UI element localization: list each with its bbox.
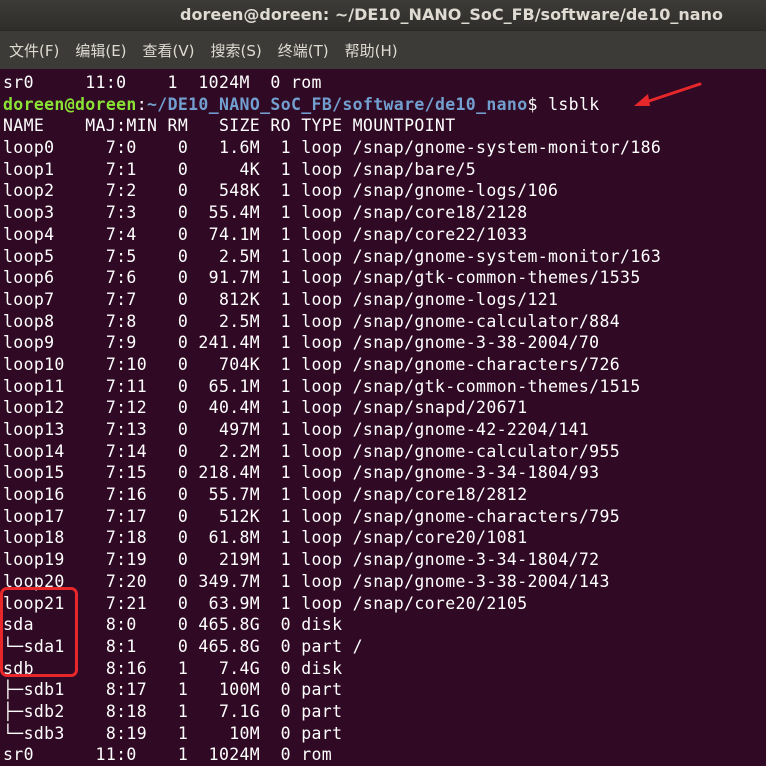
terminal-line: loop19 7:19 0 219M 1 loop /snap/gnome-3-… — [3, 550, 600, 570]
prompt-symbol: $ — [527, 94, 549, 114]
terminal-line: sr0 11:0 1 1024M 0 rom — [3, 745, 333, 765]
terminal-line: NAME MAJ:MIN RM SIZE RO TYPE MOUNTPOINT — [3, 116, 456, 136]
terminal-line: loop21 7:21 0 63.9M 1 loop /snap/core20/… — [3, 593, 528, 613]
terminal-line: loop14 7:14 0 2.2M 1 loop /snap/gnome-ca… — [3, 441, 621, 461]
terminal-window: doreen@doreen: ~/DE10_NANO_SoC_FB/softwa… — [0, 0, 766, 766]
prompt-path: ~/DE10_NANO_SoC_FB/software/de10_nano — [147, 94, 528, 114]
terminal-line: loop7 7:7 0 812K 1 loop /snap/gnome-logs… — [3, 289, 559, 309]
terminal-line: loop6 7:6 0 91.7M 1 loop /snap/gtk-commo… — [3, 268, 641, 288]
annotation-arrow-icon — [634, 82, 702, 106]
terminal-line: loop3 7:3 0 55.4M 1 loop /snap/core18/21… — [3, 203, 528, 223]
terminal-line: ├─sdb1 8:17 1 100M 0 part — [3, 680, 343, 700]
terminal-line: ├─sdb2 8:18 1 7.1G 0 part — [3, 701, 343, 721]
prompt-command: lsblk — [548, 94, 600, 114]
terminal-line: loop17 7:17 0 512K 1 loop /snap/gnome-ch… — [3, 506, 621, 526]
terminal-line: └─sdb3 8:19 1 10M 0 part — [3, 723, 343, 743]
prompt-user: doreen@doreen — [3, 94, 137, 114]
menu-file[interactable]: 文件(F) — [8, 36, 60, 65]
terminal-line: loop5 7:5 0 2.5M 1 loop /snap/gnome-syst… — [3, 246, 662, 266]
terminal-line: loop20 7:20 0 349.7M 1 loop /snap/gnome-… — [3, 571, 610, 591]
terminal-line: loop16 7:16 0 55.7M 1 loop /snap/core18/… — [3, 485, 528, 505]
terminal-line: loop8 7:8 0 2.5M 1 loop /snap/gnome-calc… — [3, 311, 621, 331]
menu-view[interactable]: 查看(V) — [142, 36, 196, 65]
menu-bar: 文件(F) 编辑(E) 查看(V) 搜索(S) 终端(T) 帮助(H) — [0, 30, 766, 69]
terminal-line: loop10 7:10 0 704K 1 loop /snap/gnome-ch… — [3, 354, 621, 374]
sdb-highlight-box — [0, 587, 78, 677]
terminal-line: loop15 7:15 0 218.4M 1 loop /snap/gnome-… — [3, 463, 600, 483]
menu-terminal[interactable]: 终端(T) — [277, 36, 330, 65]
window-title: doreen@doreen: ~/DE10_NANO_SoC_FB/softwa… — [0, 0, 766, 30]
menu-help[interactable]: 帮助(H) — [344, 36, 399, 65]
terminal-output[interactable]: sr0 11:0 1 1024M 0 rom doreen@doreen:~/D… — [0, 69, 766, 766]
terminal-line: └─sda1 8:1 0 465.8G 0 part / — [3, 636, 363, 656]
terminal-line: loop12 7:12 0 40.4M 1 loop /snap/snapd/2… — [3, 398, 528, 418]
menu-search[interactable]: 搜索(S) — [210, 36, 263, 65]
terminal-line: sdb 8:16 1 7.4G 0 disk — [3, 658, 343, 678]
terminal-line: loop9 7:9 0 241.4M 1 loop /snap/gnome-3-… — [3, 333, 600, 353]
terminal-line: loop0 7:0 0 1.6M 1 loop /snap/gnome-syst… — [3, 138, 662, 158]
terminal-line: sda 8:0 0 465.8G 0 disk — [3, 615, 343, 635]
terminal-line: loop4 7:4 0 74.1M 1 loop /snap/core22/10… — [3, 224, 528, 244]
prompt-separator: : — [136, 94, 147, 114]
terminal-line: loop18 7:18 0 61.8M 1 loop /snap/core20/… — [3, 528, 528, 548]
menu-edit[interactable]: 编辑(E) — [74, 36, 127, 65]
terminal-line: loop2 7:2 0 548K 1 loop /snap/gnome-logs… — [3, 181, 559, 201]
terminal-line: loop11 7:11 0 65.1M 1 loop /snap/gtk-com… — [3, 376, 641, 396]
command-output: NAME MAJ:MIN RM SIZE RO TYPE MOUNTPOINT l… — [3, 115, 766, 766]
terminal-line: loop13 7:13 0 497M 1 loop /snap/gnome-42… — [3, 420, 590, 439]
terminal-line: loop1 7:1 0 4K 1 loop /snap/bare/5 — [3, 159, 477, 179]
